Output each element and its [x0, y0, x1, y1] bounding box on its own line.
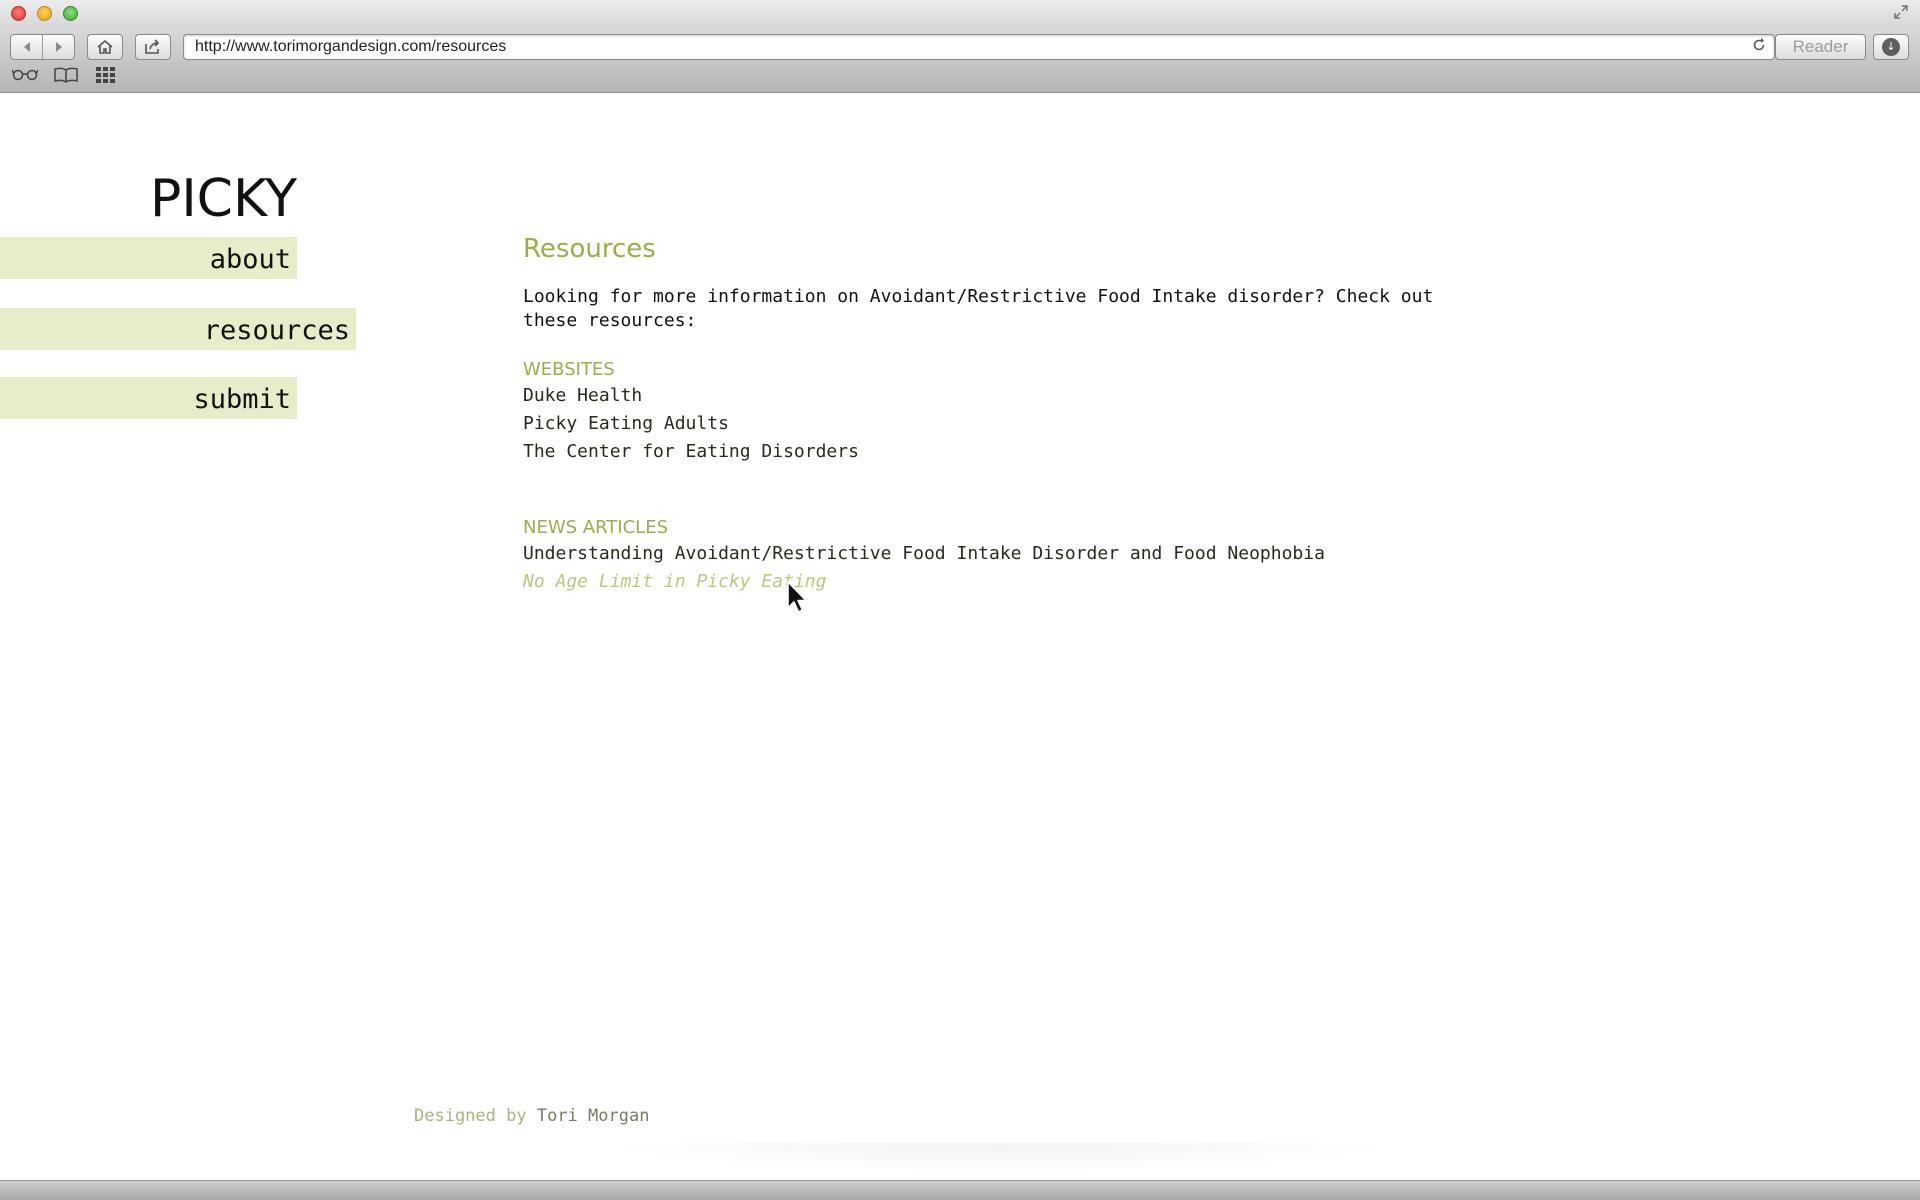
- forward-button[interactable]: [42, 35, 74, 59]
- share-button[interactable]: [135, 34, 171, 60]
- link-understanding-arfid[interactable]: Understanding Avoidant/Restrictive Food …: [523, 540, 1443, 568]
- url-text: http://www.torimorgandesign.com/resource…: [195, 38, 507, 55]
- site-logo[interactable]: PICKY: [150, 169, 297, 229]
- footer-shadow: [600, 1143, 1400, 1173]
- back-arrow-icon: [23, 42, 30, 52]
- link-duke-health[interactable]: Duke Health: [523, 382, 1443, 410]
- link-center-for-eating-disorders[interactable]: The Center for Eating Disorders: [523, 438, 1443, 466]
- reading-list-icon[interactable]: [11, 67, 39, 85]
- fullscreen-icon[interactable]: [1892, 4, 1910, 22]
- back-button[interactable]: [11, 35, 42, 59]
- websites-heading: WEBSITES: [523, 359, 615, 380]
- intro-text: Looking for more information on Avoidant…: [523, 286, 1434, 331]
- window-zoom-button[interactable]: [63, 6, 78, 21]
- address-bar[interactable]: http://www.torimorgandesign.com/resource…: [183, 34, 1775, 60]
- main-content: Resources Looking for more information o…: [523, 233, 1443, 596]
- download-icon: ↓: [1882, 38, 1900, 56]
- forward-arrow-icon: [55, 42, 62, 52]
- footer-prefix: Designed by: [414, 1106, 527, 1126]
- bookmarks-icon[interactable]: [54, 67, 78, 85]
- footer-credit: Designed by Tori Morgan: [414, 1105, 649, 1127]
- window-minimize-button[interactable]: [37, 6, 52, 21]
- nav-item-resources[interactable]: resources: [0, 308, 356, 350]
- home-button[interactable]: [87, 34, 123, 60]
- link-picky-eating-adults[interactable]: Picky Eating Adults: [523, 410, 1443, 438]
- page-title: Resources: [523, 234, 656, 264]
- back-forward-group: [10, 34, 75, 60]
- browser-toolbar: http://www.torimorgandesign.com/resource…: [0, 29, 1920, 93]
- nav-item-submit[interactable]: submit: [0, 377, 297, 419]
- download-button[interactable]: ↓: [1873, 34, 1909, 60]
- news-articles-heading: NEWS ARTICLES: [523, 517, 668, 538]
- link-no-age-limit[interactable]: No Age Limit in Picky Eating: [523, 568, 1443, 596]
- browser-statusbar: [0, 1180, 1920, 1200]
- share-icon: [145, 39, 160, 54]
- top-sites-icon[interactable]: [96, 67, 116, 85]
- nav-item-about[interactable]: about: [0, 237, 297, 279]
- window-close-button[interactable]: [11, 6, 26, 21]
- mouse-cursor-icon: [787, 581, 807, 613]
- home-icon: [97, 39, 113, 54]
- footer-designer-link[interactable]: Tori Morgan: [537, 1106, 650, 1126]
- reload-icon[interactable]: [1752, 35, 1766, 59]
- web-page: PICKY about resources submit Resources L…: [0, 93, 1920, 1180]
- window-titlebar: [0, 0, 1920, 29]
- reader-button[interactable]: Reader: [1775, 34, 1866, 60]
